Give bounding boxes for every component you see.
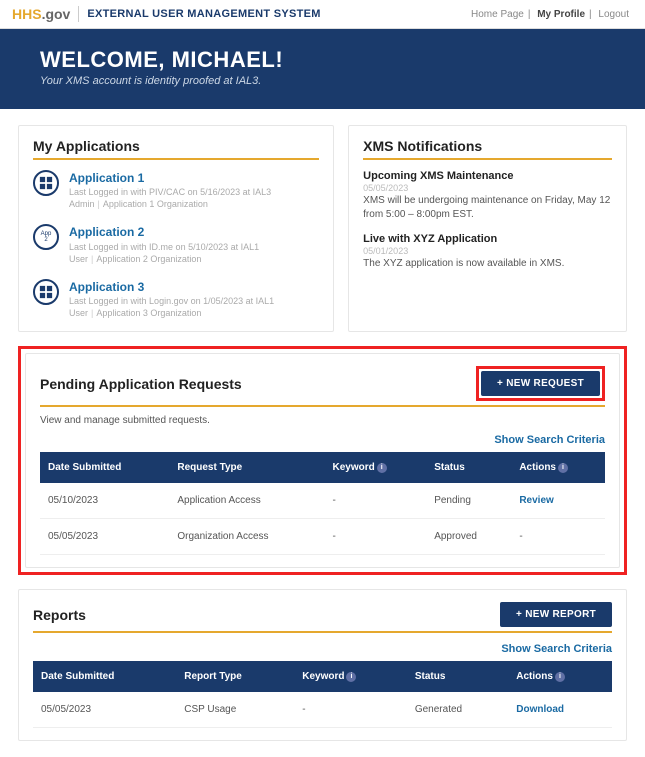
col-keyword: Keywordi xyxy=(294,661,407,692)
cell-status: Generated xyxy=(407,692,508,728)
notification-item: Live with XYZ Application 05/01/2023 The… xyxy=(363,233,612,271)
welcome-heading: WELCOME, MICHAEL! xyxy=(40,47,605,73)
review-link[interactable]: Review xyxy=(519,495,553,506)
new-report-button[interactable]: + NEW REPORT xyxy=(500,602,612,627)
cell-date: 05/05/2023 xyxy=(40,519,169,555)
app-badge-icon: App2 xyxy=(33,224,59,250)
home-link[interactable]: Home Page xyxy=(467,9,528,20)
notifications-title: XMS Notifications xyxy=(363,138,612,160)
notification-item: Upcoming XMS Maintenance 05/05/2023 XMS … xyxy=(363,170,612,221)
welcome-subtitle: Your XMS account is identity proofed at … xyxy=(40,75,605,87)
logo-hhs-text: HHS xyxy=(12,6,42,22)
cell-date: 05/10/2023 xyxy=(40,483,169,519)
col-actions: Actionsi xyxy=(511,452,605,483)
cell-keyword: - xyxy=(325,483,427,519)
notification-title: Upcoming XMS Maintenance xyxy=(363,170,612,182)
new-request-highlight: + NEW REQUEST xyxy=(476,366,605,401)
welcome-banner: WELCOME, MICHAEL! Your XMS account is id… xyxy=(0,29,645,109)
cell-status: Pending xyxy=(426,483,511,519)
info-icon[interactable]: i xyxy=(558,463,568,473)
application-role: User xyxy=(69,254,88,264)
notification-title: Live with XYZ Application xyxy=(363,233,612,245)
col-type: Report Type xyxy=(176,661,294,692)
grid-icon xyxy=(33,279,59,305)
topbar-left: HHS.gov EXTERNAL USER MANAGEMENT SYSTEM xyxy=(12,6,321,22)
application-org: Application 3 Organization xyxy=(96,308,201,318)
application-last-login: Last Logged in with ID.me on 5/10/2023 a… xyxy=(69,241,259,253)
notification-date: 05/05/2023 xyxy=(363,183,612,193)
download-link[interactable]: Download xyxy=(516,704,564,715)
application-org: Application 2 Organization xyxy=(96,254,201,264)
my-profile-link[interactable]: My Profile xyxy=(533,9,589,20)
cell-action: - xyxy=(511,519,605,555)
application-org: Application 1 Organization xyxy=(103,199,208,209)
cell-keyword: - xyxy=(294,692,407,728)
topbar: HHS.gov EXTERNAL USER MANAGEMENT SYSTEM … xyxy=(0,0,645,29)
my-applications-title: My Applications xyxy=(33,138,319,160)
application-role: Admin xyxy=(69,199,95,209)
application-last-login: Last Logged in with PIV/CAC on 5/16/2023… xyxy=(69,186,271,198)
reports-title: Reports xyxy=(33,607,86,623)
pending-requests-panel: Pending Application Requests + NEW REQUE… xyxy=(25,353,620,568)
logout-link[interactable]: Logout xyxy=(594,9,633,20)
logo-gov-text: .gov xyxy=(42,6,71,22)
hhs-logo[interactable]: HHS.gov xyxy=(12,6,70,22)
application-last-login: Last Logged in with Login.gov on 1/05/20… xyxy=(69,295,274,307)
notifications-card: XMS Notifications Upcoming XMS Maintenan… xyxy=(348,125,627,332)
cell-keyword: - xyxy=(325,519,427,555)
my-applications-card: My Applications Application 1 Last Logge… xyxy=(18,125,334,332)
notification-body: The XYZ application is now available in … xyxy=(363,257,612,271)
application-name: Application 2 xyxy=(69,224,259,240)
show-search-criteria-link[interactable]: Show Search Criteria xyxy=(501,643,612,655)
vertical-divider xyxy=(78,6,79,22)
col-type: Request Type xyxy=(169,452,324,483)
info-icon[interactable]: i xyxy=(346,672,356,682)
col-date: Date Submitted xyxy=(33,661,176,692)
table-row: 05/10/2023 Application Access - Pending … xyxy=(40,483,605,519)
col-status: Status xyxy=(426,452,511,483)
cell-type: CSP Usage xyxy=(176,692,294,728)
reports-table: Date Submitted Report Type Keywordi Stat… xyxy=(33,661,612,728)
application-item[interactable]: Application 3 Last Logged in with Login.… xyxy=(33,279,319,319)
show-search-criteria-link[interactable]: Show Search Criteria xyxy=(494,434,605,446)
pending-requests-highlight: Pending Application Requests + NEW REQUE… xyxy=(18,346,627,575)
pending-subtext: View and manage submitted requests. xyxy=(40,415,605,426)
cell-type: Application Access xyxy=(169,483,324,519)
col-date: Date Submitted xyxy=(40,452,169,483)
grid-icon xyxy=(33,170,59,196)
application-name: Application 1 xyxy=(69,170,271,186)
info-icon[interactable]: i xyxy=(377,463,387,473)
system-name: EXTERNAL USER MANAGEMENT SYSTEM xyxy=(87,8,320,20)
application-role: User xyxy=(69,308,88,318)
notification-body: XMS will be undergoing maintenance on Fr… xyxy=(363,194,612,221)
col-actions: Actionsi xyxy=(508,661,612,692)
col-keyword: Keywordi xyxy=(325,452,427,483)
cell-status: Approved xyxy=(426,519,511,555)
info-icon[interactable]: i xyxy=(555,672,565,682)
application-item[interactable]: App2 Application 2 Last Logged in with I… xyxy=(33,224,319,264)
cell-date: 05/05/2023 xyxy=(33,692,176,728)
reports-panel: Reports + NEW REPORT Show Search Criteri… xyxy=(18,589,627,741)
pending-requests-table: Date Submitted Request Type Keywordi Sta… xyxy=(40,452,605,555)
application-item[interactable]: Application 1 Last Logged in with PIV/CA… xyxy=(33,170,319,210)
table-row: 05/05/2023 Organization Access - Approve… xyxy=(40,519,605,555)
notification-date: 05/01/2023 xyxy=(363,246,612,256)
table-row: 05/05/2023 CSP Usage - Generated Downloa… xyxy=(33,692,612,728)
new-request-button[interactable]: + NEW REQUEST xyxy=(481,371,600,396)
col-status: Status xyxy=(407,661,508,692)
cell-type: Organization Access xyxy=(169,519,324,555)
pending-requests-title: Pending Application Requests xyxy=(40,376,242,392)
application-name: Application 3 xyxy=(69,279,274,295)
topbar-links: Home Page| My Profile| Logout xyxy=(467,9,633,20)
